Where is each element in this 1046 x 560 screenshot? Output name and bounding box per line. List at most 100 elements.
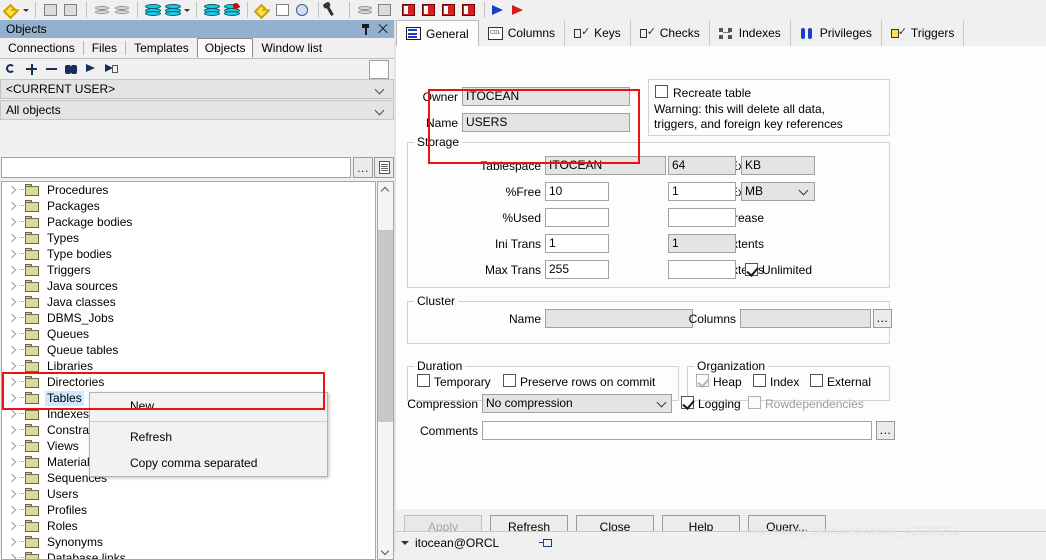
chevron-right-icon[interactable] bbox=[6, 342, 18, 358]
tree-item-triggers[interactable]: Triggers bbox=[2, 262, 375, 278]
max-trans-field[interactable]: 255 bbox=[545, 260, 609, 279]
cluster-columns-browse-button[interactable]: ... bbox=[873, 309, 892, 328]
tree-item-libraries[interactable]: Libraries bbox=[2, 358, 375, 374]
goto-copy-icon[interactable] bbox=[102, 60, 120, 78]
keys-icon[interactable] bbox=[253, 1, 273, 19]
chevron-right-icon[interactable] bbox=[6, 422, 18, 438]
tree-item-dbms-jobs[interactable]: DBMS_Jobs bbox=[2, 310, 375, 326]
tab-connections[interactable]: Connections bbox=[0, 38, 83, 58]
chevron-right-icon[interactable] bbox=[6, 326, 18, 342]
tab-columns[interactable]: COL Columns bbox=[479, 20, 565, 46]
tree-item-queues[interactable]: Queues bbox=[2, 326, 375, 342]
logging-checkbox[interactable] bbox=[681, 396, 694, 409]
book-del-icon[interactable] bbox=[459, 1, 479, 19]
arrow-blue-icon[interactable] bbox=[490, 1, 510, 19]
initial-extent-field[interactable]: 64 bbox=[668, 156, 736, 175]
chevron-right-icon[interactable] bbox=[6, 294, 18, 310]
next-extent-field[interactable]: 1 bbox=[668, 182, 736, 201]
object-tree[interactable]: ProceduresPackagesPackage bodiesTypesTyp… bbox=[1, 181, 376, 560]
chevron-right-icon[interactable] bbox=[6, 486, 18, 502]
tree-item-java-classes[interactable]: Java classes bbox=[2, 294, 375, 310]
chevron-right-icon[interactable] bbox=[6, 262, 18, 278]
unlimited-checkbox[interactable] bbox=[745, 263, 758, 276]
tab-privileges[interactable]: Privileges bbox=[791, 20, 882, 46]
arrow-red-icon[interactable] bbox=[510, 1, 530, 19]
tab-window-list[interactable]: Window list bbox=[253, 38, 330, 58]
tree-scrollbar[interactable] bbox=[377, 181, 394, 560]
tab-triggers[interactable]: Triggers bbox=[882, 20, 965, 46]
pin-icon[interactable] bbox=[361, 24, 370, 35]
user-filter-select[interactable]: <CURRENT USER> bbox=[0, 79, 394, 99]
tab-objects[interactable]: Objects bbox=[197, 38, 254, 58]
search-browse-button[interactable]: ... bbox=[353, 157, 373, 178]
scroll-up-icon[interactable] bbox=[378, 182, 393, 197]
tree-item-packages[interactable]: Packages bbox=[2, 198, 375, 214]
tab-indexes[interactable]: Indexes bbox=[710, 20, 791, 46]
chevron-right-icon[interactable] bbox=[6, 230, 18, 246]
wrench-icon[interactable] bbox=[324, 1, 344, 19]
chevron-right-icon[interactable] bbox=[6, 246, 18, 262]
max-extents-field[interactable] bbox=[668, 260, 736, 279]
database-disconnect-icon[interactable] bbox=[222, 1, 242, 19]
key-icon[interactable] bbox=[2, 1, 22, 19]
database-connect-icon[interactable] bbox=[202, 1, 222, 19]
tree-options-button[interactable] bbox=[369, 60, 389, 79]
chevron-right-icon[interactable] bbox=[6, 182, 18, 198]
chevron-right-icon[interactable] bbox=[6, 518, 18, 534]
name-field[interactable]: USERS bbox=[462, 113, 630, 132]
chevron-right-icon[interactable] bbox=[6, 534, 18, 550]
tab-general[interactable]: General bbox=[396, 20, 479, 47]
tree-item-users[interactable]: Users bbox=[2, 486, 375, 502]
context-menu-item-new[interactable]: New... bbox=[90, 393, 327, 419]
tab-checks[interactable]: Checks bbox=[631, 20, 710, 46]
pct-used-field[interactable] bbox=[545, 208, 609, 227]
chevron-right-icon[interactable] bbox=[6, 278, 18, 294]
tree-item-type-bodies[interactable]: Type bodies bbox=[2, 246, 375, 262]
status-dropdown-icon[interactable] bbox=[400, 538, 410, 548]
database-icon[interactable] bbox=[143, 1, 163, 19]
script-icon[interactable] bbox=[374, 157, 394, 178]
chevron-right-icon[interactable] bbox=[6, 310, 18, 326]
history-icon[interactable] bbox=[293, 1, 313, 19]
comments-field[interactable] bbox=[482, 421, 872, 440]
pct-free-field[interactable]: 10 bbox=[545, 182, 609, 201]
tree-item-java-sources[interactable]: Java sources bbox=[2, 278, 375, 294]
tree-item-roles[interactable]: Roles bbox=[2, 518, 375, 534]
chevron-right-icon[interactable] bbox=[6, 198, 18, 214]
heap-checkbox[interactable] bbox=[696, 374, 709, 387]
rowdependencies-checkbox[interactable] bbox=[748, 396, 761, 409]
book-open-icon[interactable] bbox=[419, 1, 439, 19]
tree-item-directories[interactable]: Directories bbox=[2, 374, 375, 390]
chevron-right-icon[interactable] bbox=[6, 406, 18, 422]
tree-item-package-bodies[interactable]: Package bodies bbox=[2, 214, 375, 230]
database-open-icon[interactable] bbox=[163, 1, 183, 19]
comments-browse-button[interactable]: ... bbox=[876, 421, 895, 440]
compression-select[interactable]: No compression bbox=[482, 394, 672, 413]
refresh-icon[interactable] bbox=[2, 60, 20, 78]
tab-templates[interactable]: Templates bbox=[126, 38, 197, 58]
ini-trans-field[interactable]: 1 bbox=[545, 234, 609, 253]
search-input[interactable] bbox=[1, 157, 351, 178]
chevron-right-icon[interactable] bbox=[6, 470, 18, 486]
book-add-icon[interactable] bbox=[439, 1, 459, 19]
temporary-checkbox[interactable] bbox=[417, 374, 430, 387]
chevron-right-icon[interactable] bbox=[6, 502, 18, 518]
expand-plus-icon[interactable] bbox=[22, 60, 40, 78]
context-menu-item-refresh[interactable]: Refresh bbox=[90, 424, 327, 450]
index-checkbox[interactable] bbox=[753, 374, 766, 387]
chevron-right-icon[interactable] bbox=[6, 358, 18, 374]
tree-item-profiles[interactable]: Profiles bbox=[2, 502, 375, 518]
external-checkbox[interactable] bbox=[810, 374, 823, 387]
scrollbar-thumb[interactable] bbox=[378, 230, 393, 422]
checklist-icon[interactable] bbox=[273, 1, 293, 19]
dropdown-caret-icon[interactable] bbox=[22, 1, 30, 19]
initial-extent-unit[interactable]: KB bbox=[741, 156, 815, 175]
chevron-right-icon[interactable] bbox=[6, 374, 18, 390]
tree-item-types[interactable]: Types bbox=[2, 230, 375, 246]
owner-field[interactable]: ITOCEAN bbox=[462, 87, 630, 106]
collapse-minus-icon[interactable] bbox=[42, 60, 60, 78]
find-binoculars-icon[interactable] bbox=[62, 60, 80, 78]
tree-item-synonyms[interactable]: Synonyms bbox=[2, 534, 375, 550]
context-menu-item-copy-comma-separated[interactable]: Copy comma separated bbox=[90, 450, 327, 476]
cluster-columns-field[interactable] bbox=[740, 309, 871, 328]
